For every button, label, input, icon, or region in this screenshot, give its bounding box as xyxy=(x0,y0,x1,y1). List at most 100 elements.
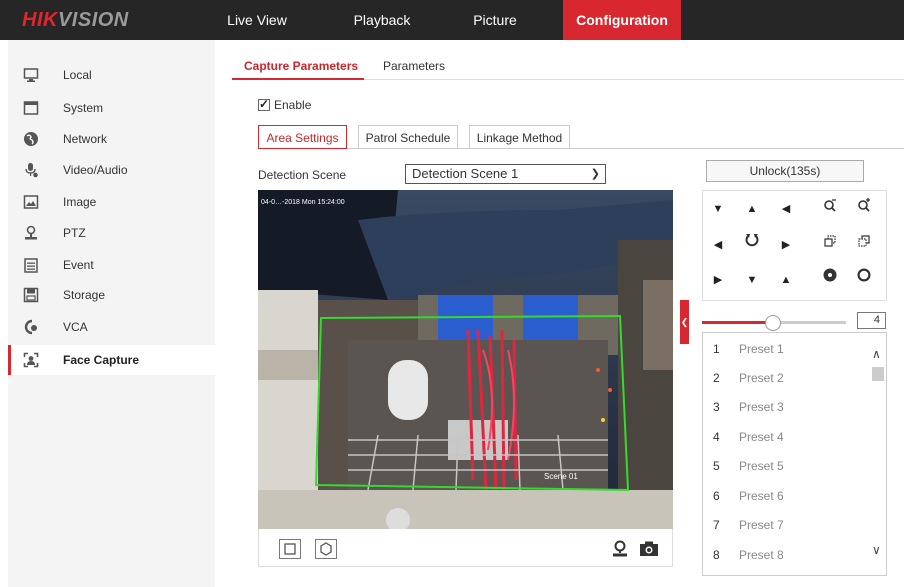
video-timestamp: 04-0…-2018 Mon 15:24:00 xyxy=(261,199,345,206)
sidebar-item-label: Network xyxy=(63,132,108,146)
nav-playback[interactable]: Playback xyxy=(340,0,424,40)
preset-scrollbar[interactable]: ∧ ∨ xyxy=(870,333,886,575)
vca-icon xyxy=(24,319,37,335)
collapse-panel-button[interactable]: ❮ xyxy=(680,300,689,344)
chevron-left-icon: ❮ xyxy=(680,317,689,327)
checkbox-checked-icon[interactable] xyxy=(258,97,270,111)
preset-number: 6 xyxy=(713,489,720,503)
tilt-up-button[interactable]: ▲ xyxy=(737,194,767,224)
iris-close-icon xyxy=(823,268,837,282)
detection-scene-label: Detection Scene xyxy=(258,168,347,182)
preset-number: 1 xyxy=(713,342,720,356)
preset-number: 2 xyxy=(713,371,720,385)
enable-checkbox[interactable]: Enable xyxy=(258,97,311,112)
preset-number: 5 xyxy=(713,459,720,473)
chevron-up-icon[interactable]: ∧ xyxy=(872,347,881,361)
arrow-up-right-icon: ◀ xyxy=(781,203,791,215)
focus-near-button[interactable] xyxy=(815,230,845,260)
image-icon xyxy=(23,195,39,209)
step-patrol-schedule[interactable]: Patrol Schedule xyxy=(358,125,458,149)
nav-configuration[interactable]: Configuration xyxy=(563,0,681,40)
preset-item[interactable]: 5 Preset 5 xyxy=(703,450,871,479)
preset-name: Preset 7 xyxy=(739,518,784,532)
sidebar-item-vca[interactable]: VCA xyxy=(8,312,215,342)
pan-right-button[interactable]: ▶ xyxy=(771,230,801,260)
preset-number: 4 xyxy=(713,430,720,444)
step-tabs: Area Settings Patrol Schedule Linkage Me… xyxy=(258,125,904,149)
pan-left-button[interactable]: ◀ xyxy=(703,230,733,260)
sidebar-item-system[interactable]: System xyxy=(8,93,215,123)
iris-open-icon xyxy=(857,268,871,282)
sidebar-item-image[interactable]: Image xyxy=(8,187,215,217)
arrow-down-icon: ▼ xyxy=(746,274,758,286)
preset-name: Preset 8 xyxy=(739,548,784,562)
preset-name: Preset 6 xyxy=(739,489,784,503)
preset-item[interactable]: 7 Preset 7 xyxy=(703,509,871,538)
sidebar: Local System Network Video/Audio Image P… xyxy=(8,40,215,587)
sidebar-item-video-audio[interactable]: Video/Audio xyxy=(8,155,215,185)
preset-item[interactable]: 4 Preset 4 xyxy=(703,421,871,450)
iris-close-button[interactable] xyxy=(815,265,845,295)
sidebar-item-label: Local xyxy=(63,68,92,82)
tab-capture-parameters[interactable]: Capture Parameters xyxy=(244,59,358,73)
face-capture-icon xyxy=(23,352,39,368)
sidebar-item-local[interactable]: Local xyxy=(8,60,215,90)
globe-icon xyxy=(24,132,38,146)
ptz-icon xyxy=(25,225,37,240)
calendar-icon xyxy=(24,258,38,273)
ptz-speed-value: 4 xyxy=(857,312,886,329)
window-icon xyxy=(23,101,39,115)
pan-down-left-button[interactable]: ▶ xyxy=(703,265,733,295)
video-toolbar xyxy=(258,529,673,567)
tilt-down-button[interactable]: ▼ xyxy=(737,265,767,295)
rectangle-icon xyxy=(284,543,296,555)
rotate-icon xyxy=(745,234,759,247)
arrow-left-icon: ◀ xyxy=(713,239,723,251)
ptz-control-grid: ▼ ▲ ◀ ◀ ▶ ▶ ▼ ▲ xyxy=(702,190,887,301)
preset-item[interactable]: 6 Preset 6 xyxy=(703,480,871,509)
ptz-speed-slider-handle[interactable] xyxy=(764,315,781,331)
preset-item[interactable]: 1 Preset 1 xyxy=(703,333,871,362)
chevron-down-icon[interactable]: ∨ xyxy=(872,543,881,557)
pan-up-left-button[interactable]: ▼ xyxy=(703,194,733,224)
sidebar-item-label: Image xyxy=(63,195,97,209)
step-linkage-method[interactable]: Linkage Method xyxy=(469,125,570,149)
draw-polygon-button[interactable] xyxy=(315,539,337,559)
arrow-down-right-icon: ▲ xyxy=(780,274,792,286)
sidebar-item-ptz[interactable]: PTZ xyxy=(8,218,215,248)
step-area-settings[interactable]: Area Settings xyxy=(258,125,347,149)
active-tab-underline xyxy=(232,78,364,80)
nav-live-view[interactable]: Live View xyxy=(222,0,292,40)
sidebar-item-event[interactable]: Event xyxy=(8,250,215,280)
sidebar-item-storage[interactable]: Storage xyxy=(8,280,215,310)
preset-name: Preset 4 xyxy=(739,430,784,444)
zoom-out-button[interactable] xyxy=(815,194,845,224)
live-video-view[interactable]: Scene 01 04-0…-2018 Mon 15:24:00 xyxy=(258,190,673,529)
detection-scene-select[interactable]: Detection Scene 1 ❯ xyxy=(405,164,606,184)
camera-snapshot-icon[interactable] xyxy=(639,540,659,558)
location-icon[interactable] xyxy=(611,540,629,558)
sidebar-item-label: VCA xyxy=(63,320,88,334)
zoom-in-button[interactable] xyxy=(849,194,879,224)
sidebar-item-label: Video/Audio xyxy=(63,163,128,177)
sidebar-item-face-capture[interactable]: Face Capture xyxy=(8,345,215,375)
auto-rotate-button[interactable] xyxy=(737,230,767,260)
nav-picture[interactable]: Picture xyxy=(466,0,524,40)
sidebar-item-network[interactable]: Network xyxy=(8,124,215,154)
unlock-button[interactable]: Unlock(135s) xyxy=(706,160,864,182)
tab-parameters[interactable]: Parameters xyxy=(383,59,445,73)
zoom-out-icon xyxy=(824,199,836,212)
iris-open-button[interactable] xyxy=(849,265,879,295)
pan-up-right-button[interactable]: ◀ xyxy=(771,194,801,224)
preset-item[interactable]: 3 Preset 3 xyxy=(703,391,871,420)
zoom-in-icon xyxy=(858,198,870,212)
arrow-up-icon: ▲ xyxy=(746,203,758,215)
scrollbar-thumb[interactable] xyxy=(872,367,884,381)
sidebar-item-label: System xyxy=(63,101,104,115)
focus-near-icon xyxy=(824,235,836,247)
preset-item[interactable]: 8 Preset 8 xyxy=(703,539,871,568)
pan-down-right-button[interactable]: ▲ xyxy=(771,265,801,295)
draw-rectangle-button[interactable] xyxy=(279,539,301,559)
preset-item[interactable]: 2 Preset 2 xyxy=(703,362,871,391)
focus-far-button[interactable] xyxy=(849,230,879,260)
